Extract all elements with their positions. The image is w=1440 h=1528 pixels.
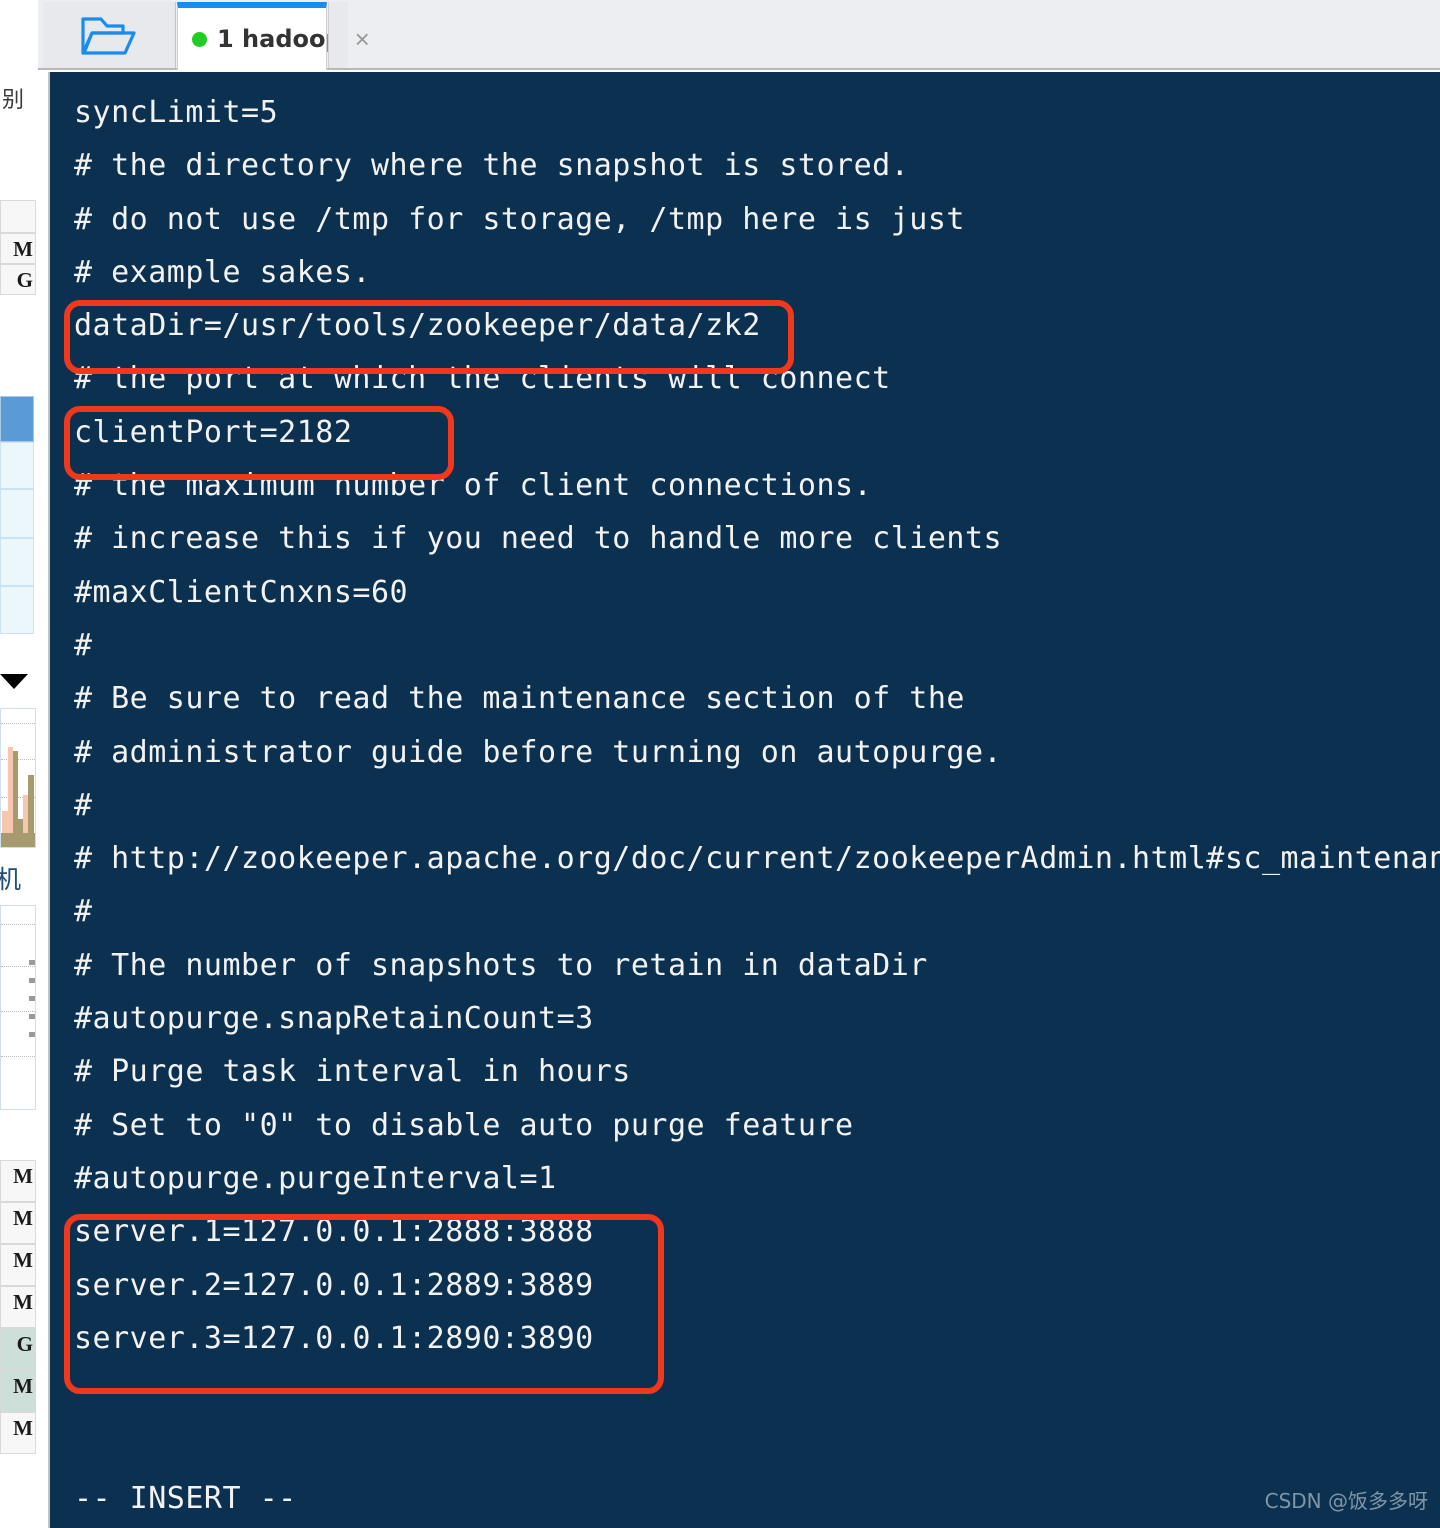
code-line: clientPort=2182 bbox=[74, 414, 353, 450]
code-line: # bbox=[74, 787, 93, 823]
code-line: -- INSERT -- bbox=[74, 1480, 297, 1516]
bg-size-cell-0: M bbox=[0, 1160, 36, 1202]
code-line: # The number of snapshots to retain in d… bbox=[74, 947, 928, 983]
code-line: # Set to "0" to disable auto purge featu… bbox=[74, 1107, 854, 1143]
code-line: server.3=127.0.0.1:2890:3890 bbox=[74, 1320, 594, 1356]
bg-mini-chart bbox=[0, 708, 36, 848]
code-line: # bbox=[74, 627, 93, 663]
code-line: # the directory where the snapshot is st… bbox=[74, 148, 910, 184]
bg-selected-row[interactable] bbox=[0, 396, 34, 442]
open-folder-icon bbox=[81, 17, 136, 55]
bg-size-cell-2: M bbox=[0, 1244, 36, 1286]
code-line: # Purge task interval in hours bbox=[74, 1054, 631, 1090]
triangle-down-icon[interactable] bbox=[0, 674, 28, 689]
terminal-window: 1 hadoop × syncLimit=5 # the directory wh… bbox=[38, 0, 1440, 1528]
bg-unit-cell-m: M bbox=[0, 233, 36, 264]
bg-size-cell-3: M bbox=[0, 1286, 36, 1328]
bg-empty-cell bbox=[0, 200, 36, 233]
code-line: #autopurge.snapRetainCount=3 bbox=[74, 1001, 594, 1037]
code-line: # example sakes. bbox=[74, 254, 371, 290]
bg-partial-label: 别 bbox=[2, 88, 25, 113]
close-icon[interactable]: × bbox=[355, 26, 370, 52]
bg-row-3[interactable] bbox=[0, 538, 34, 586]
bg-row-4[interactable] bbox=[0, 586, 34, 634]
code-line: # Be sure to read the maintenance sectio… bbox=[74, 681, 965, 717]
code-line: #autopurge.purgeInterval=1 bbox=[74, 1160, 557, 1196]
tab-hadoop[interactable]: 1 hadoop × bbox=[177, 2, 370, 70]
bg-chart-label: 机 bbox=[0, 865, 22, 894]
watermark-text: CSDN @饭多多呀 bbox=[1264, 1489, 1428, 1513]
code-line: # the port at which the clients will con… bbox=[74, 361, 891, 397]
code-line: server.1=127.0.0.1:2888:3888 bbox=[74, 1214, 594, 1250]
bg-row-2[interactable] bbox=[0, 489, 34, 538]
code-line: #maxClientCnxns=60 bbox=[74, 574, 409, 610]
code-line: # do not use /tmp for storage, /tmp here… bbox=[74, 201, 965, 237]
bg-mini-chart-2 bbox=[0, 905, 36, 1110]
code-line: syncLimit=5 bbox=[74, 95, 279, 130]
bg-row-1[interactable] bbox=[0, 442, 34, 489]
terminal-code-lines: syncLimit=5 # the directory where the sna… bbox=[74, 86, 1440, 1525]
code-line: # administrator guide before turning on … bbox=[74, 734, 1003, 770]
code-line: # the maximum number of client connectio… bbox=[74, 468, 873, 504]
green-status-dot-icon bbox=[192, 31, 207, 47]
code-line: # bbox=[74, 894, 93, 930]
bg-size-cell-5: M bbox=[0, 1370, 36, 1412]
open-folder-button[interactable] bbox=[43, 2, 176, 68]
bg-size-cell-1: M bbox=[0, 1202, 36, 1244]
terminal-tab-bar: 1 hadoop × bbox=[38, 0, 1440, 70]
bg-size-cell-6: M bbox=[0, 1412, 36, 1454]
code-line: # http://zookeeper.apache.org/doc/curren… bbox=[74, 841, 1440, 877]
code-line: # increase this if you need to handle mo… bbox=[74, 521, 1003, 557]
terminal-text-area[interactable]: syncLimit=5 # the directory where the sna… bbox=[48, 72, 1440, 1528]
code-line: ~ bbox=[74, 1374, 93, 1410]
bg-size-cell-4: G bbox=[0, 1328, 36, 1370]
bg-unit-cell-g: G bbox=[0, 264, 36, 295]
code-line: server.2=127.0.0.1:2889:3889 bbox=[74, 1267, 594, 1303]
tab-label: 1 hadoop bbox=[217, 25, 343, 53]
tab-strip-filler bbox=[328, 2, 348, 68]
code-line: dataDir=/usr/tools/zookeeper/data/zk2 bbox=[74, 308, 761, 344]
